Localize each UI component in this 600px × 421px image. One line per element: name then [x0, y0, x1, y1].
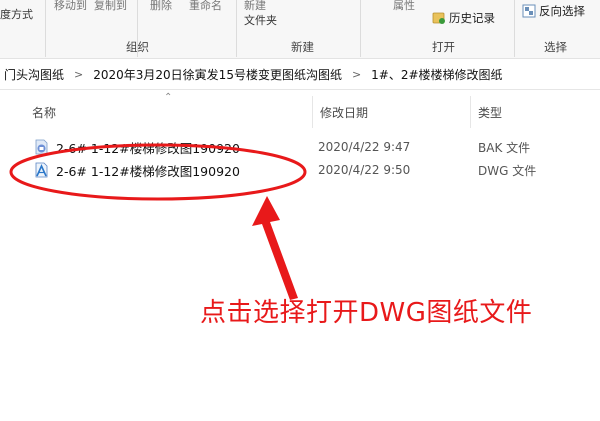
annotation-text: 点击选择打开DWG图纸文件 [200, 298, 533, 328]
annotation-overlay [9, 143, 307, 300]
highlight-ellipse [9, 143, 307, 201]
pointer-arrow-icon [252, 196, 298, 300]
